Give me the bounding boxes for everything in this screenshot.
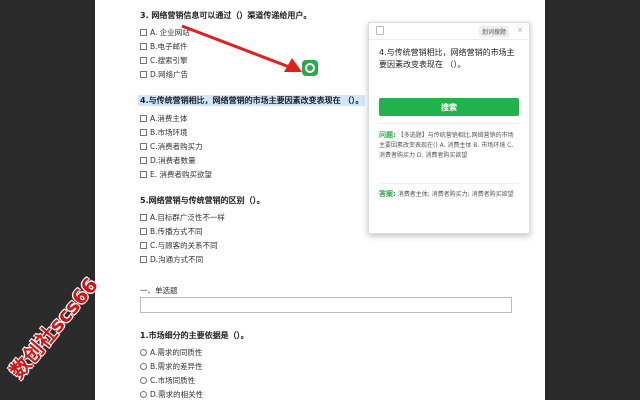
question-4-title: 4.与传统营销相比，网络营销的市场主要因素改变表现在 （）。 (138, 95, 366, 106)
checkbox[interactable] (140, 129, 147, 136)
radio[interactable] (140, 363, 147, 370)
checkbox[interactable] (140, 228, 147, 235)
q1-option-c[interactable]: C.市场同质性 (140, 375, 195, 386)
result-question: 问题: 【多选题】与传统营销相比,网络营销的市场主要因素改变表现在() A. 消… (379, 131, 514, 159)
q1-option-b[interactable]: B.需求的差异性 (140, 361, 203, 372)
checkbox[interactable] (140, 171, 147, 178)
answer-input[interactable] (140, 297, 512, 313)
selected-question-text: 4.与传统营销相比，网络营销的市场主要因素改变表现在 （）。 (379, 48, 515, 69)
radio[interactable] (140, 377, 147, 384)
checkbox[interactable] (140, 242, 147, 249)
q5-option-c[interactable]: C.与顾客的关系不同 (140, 240, 218, 251)
checkbox[interactable] (140, 43, 147, 50)
mode-button[interactable]: 划词搜题 (478, 26, 509, 37)
checkbox[interactable] (140, 214, 147, 221)
watermark: 数创社scs66 (5, 272, 103, 383)
radio[interactable] (140, 349, 147, 356)
question-1-title: 1.市场细分的主要依据是（）。 (140, 331, 249, 340)
checkbox[interactable] (140, 71, 147, 78)
checkbox[interactable] (140, 157, 147, 164)
close-icon[interactable]: × (517, 26, 523, 34)
q4-option-b[interactable]: B.市场环境 (140, 127, 188, 138)
checkbox[interactable] (140, 115, 147, 122)
quick-search-icon[interactable] (302, 60, 318, 76)
divider (379, 123, 519, 124)
checkbox[interactable] (140, 256, 147, 263)
pointer-arrow-icon (181, 24, 302, 72)
q1-option-d[interactable]: D.需求的相关性 (140, 389, 203, 400)
divider (379, 183, 519, 184)
checkbox[interactable] (140, 29, 147, 36)
q5-option-d[interactable]: D.沟通方式不同 (140, 254, 203, 265)
question-5-title: 5.网络营销与传统营销的区别（）。 (140, 196, 265, 205)
result-answer: 答案: 消费者主体; 消费者购买力; 消费者购买欲望 (379, 190, 514, 198)
radio[interactable] (140, 391, 147, 398)
q4-option-c[interactable]: C.消费者购买力 (140, 141, 203, 152)
q1-option-a[interactable]: A.需求的同质性 (140, 347, 202, 358)
lock-icon[interactable] (376, 26, 384, 35)
section-heading: 一、单选题 (140, 286, 178, 295)
q4-option-e[interactable]: E. 消费者购买欲望 (140, 169, 212, 180)
search-button[interactable]: 搜索 (379, 98, 519, 116)
q4-option-d[interactable]: D.消费者数量 (140, 155, 196, 166)
checkbox[interactable] (140, 143, 147, 150)
checkbox[interactable] (140, 57, 147, 64)
q5-option-a[interactable]: A.目标群广泛性不一样 (140, 212, 225, 223)
q4-option-a[interactable]: A.消费主体 (140, 113, 187, 124)
search-panel: 划词搜题 × 4.与传统营销相比，网络营销的市场主要因素改变表现在 （）。 搜索… (368, 22, 530, 234)
panel-header: 划词搜题 × (369, 23, 529, 40)
q5-option-b[interactable]: B.传播方式不同 (140, 226, 203, 237)
